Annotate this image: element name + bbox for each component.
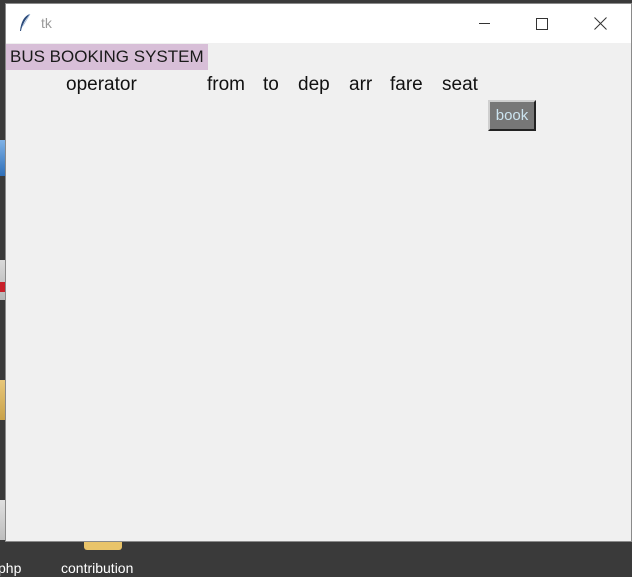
column-header-arr: arr [349, 74, 373, 95]
tk-feather-icon [18, 13, 32, 33]
column-header-seat: seat [442, 74, 478, 95]
app-content: BUS BOOKING SYSTEM operator from to dep … [6, 43, 631, 541]
minimize-icon [478, 23, 490, 24]
column-header-to: to [263, 74, 279, 95]
maximize-button[interactable] [513, 4, 571, 43]
column-header-fare: fare [390, 74, 423, 95]
window-title: tk [41, 15, 52, 31]
minimize-button[interactable] [455, 4, 513, 43]
app-title-label: BUS BOOKING SYSTEM [6, 44, 208, 70]
book-button[interactable]: book [488, 100, 536, 131]
title-bar[interactable]: tk [6, 4, 631, 43]
desktop-icon-label-php[interactable]: php [0, 560, 21, 576]
maximize-icon [536, 17, 548, 30]
close-button[interactable] [571, 4, 629, 43]
column-header-operator: operator [66, 74, 137, 95]
app-window: tk BUS BOOKING SYSTEM operator from to d… [5, 3, 632, 542]
column-header-from: from [207, 74, 245, 95]
column-header-dep: dep [298, 74, 330, 95]
desktop-icon-label-contribution[interactable]: contribution [61, 560, 133, 576]
close-icon [593, 17, 607, 30]
